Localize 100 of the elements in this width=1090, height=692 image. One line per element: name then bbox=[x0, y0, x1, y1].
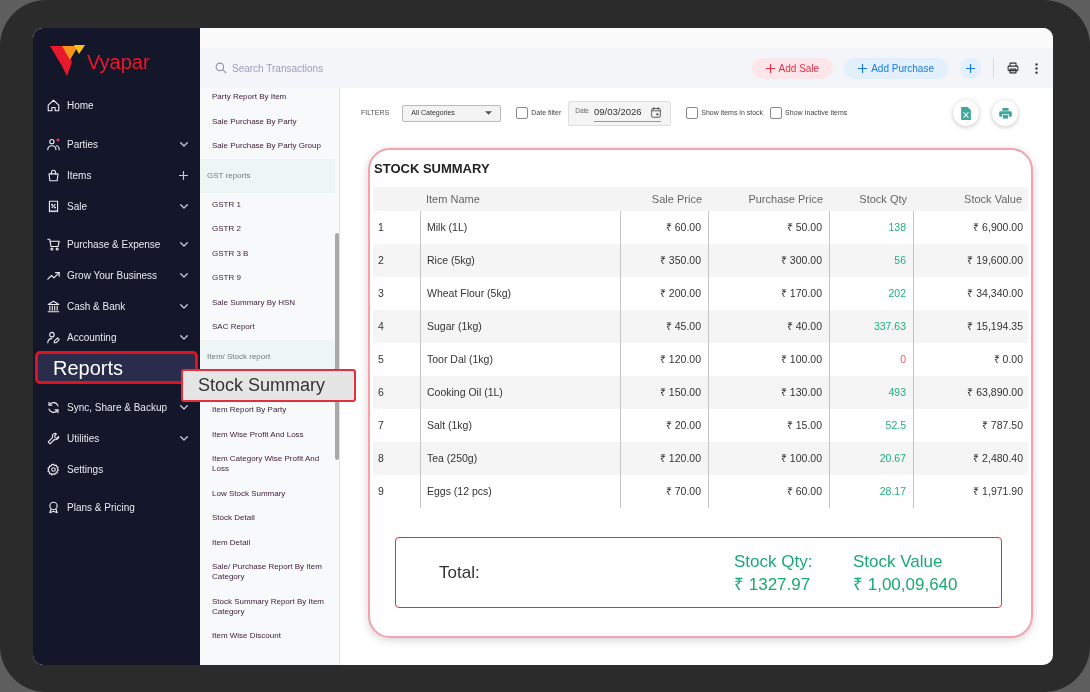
report-menu-item[interactable]: SAC Report bbox=[200, 315, 335, 340]
table-cell: Rice (5kg) bbox=[420, 244, 620, 277]
plus-icon[interactable] bbox=[179, 170, 188, 180]
report-menu-item[interactable]: Sale/ Purchase Report By Item Category bbox=[200, 555, 335, 590]
column-header: Stock Qty bbox=[858, 191, 908, 207]
plus-icon bbox=[765, 63, 775, 73]
cart-icon bbox=[47, 238, 60, 251]
table-cell: ₹ 40.00 bbox=[708, 310, 829, 343]
column-header: Purchase Price bbox=[747, 191, 824, 207]
chevron-down-icon[interactable] bbox=[180, 404, 188, 410]
checkbox[interactable] bbox=[516, 107, 529, 119]
sidebar-item[interactable]: Parties bbox=[33, 128, 200, 160]
table-cell: ₹ 120.00 bbox=[620, 442, 708, 475]
report-menu-item[interactable]: Stock Detail bbox=[200, 506, 335, 531]
sidebar-item[interactable]: Settings bbox=[33, 453, 200, 485]
summary-label: Stock Value bbox=[853, 550, 943, 573]
report-menu-item[interactable]: GSTR 2 bbox=[200, 217, 335, 242]
report-menu-item[interactable]: Low Stock Summary bbox=[200, 481, 335, 506]
sidebar-item[interactable]: Grow Your Business bbox=[33, 260, 200, 291]
chevron-down-icon[interactable] bbox=[180, 335, 188, 340]
table-cell: Tea (250g) bbox=[420, 442, 620, 475]
table-cell: 20.67 bbox=[829, 442, 913, 475]
home-icon bbox=[47, 99, 60, 112]
report-menu-item[interactable]: Sale Purchase By Party bbox=[200, 109, 335, 134]
sidebar-item[interactable]: Plans & Pricing bbox=[33, 492, 200, 523]
sidebar-item[interactable]: Items bbox=[33, 159, 200, 191]
chevron-down-icon[interactable] bbox=[180, 141, 188, 147]
report-menu-item[interactable]: Item Wise Profit And Loss bbox=[200, 422, 335, 447]
sidebar-item[interactable]: Home bbox=[33, 90, 200, 121]
export-button[interactable] bbox=[953, 100, 979, 126]
sidebar-item[interactable]: Purchase & Expense bbox=[33, 229, 200, 260]
checkbox[interactable] bbox=[770, 107, 783, 119]
receipt-icon bbox=[47, 199, 60, 213]
report-menu-item[interactable]: Stock Summary Report By Item Category bbox=[200, 589, 335, 624]
report-menu-item[interactable]: GSTR 1 bbox=[200, 192, 335, 217]
print-icon[interactable] bbox=[1007, 62, 1019, 74]
chevron-down-icon[interactable] bbox=[180, 273, 188, 278]
chevron-down-icon[interactable] bbox=[180, 203, 188, 209]
bank-icon bbox=[47, 300, 60, 313]
chevron-down-icon[interactable] bbox=[180, 435, 188, 441]
summary-label: Stock Qty: bbox=[734, 550, 813, 573]
add-sale-button[interactable]: Add Sale bbox=[751, 57, 834, 79]
plus-icon bbox=[858, 63, 868, 73]
print-button[interactable] bbox=[992, 100, 1018, 126]
table-cell: 56 bbox=[829, 244, 913, 277]
chevron-down-icon[interactable] bbox=[180, 304, 188, 309]
search-icon bbox=[215, 62, 227, 74]
sync-icon bbox=[47, 400, 60, 414]
table-cell: ₹ 130.00 bbox=[708, 376, 829, 409]
report-menu-item[interactable]: GSTR 3 B bbox=[200, 241, 335, 266]
sidebar-item[interactable]: Sale bbox=[33, 190, 200, 222]
report-menu-item[interactable]: Sale Summary By HSN bbox=[200, 290, 335, 315]
chevron-down-icon[interactable] bbox=[180, 242, 188, 247]
table-cell: ₹ 350.00 bbox=[620, 244, 708, 277]
table-cell: Sugar (1kg) bbox=[420, 310, 620, 343]
card-title: STOCK SUMMARY bbox=[373, 161, 490, 177]
date-input[interactable]: 09/03/2026 bbox=[593, 104, 662, 122]
bag-icon bbox=[47, 168, 60, 182]
wrench-icon bbox=[47, 431, 60, 445]
report-menu-item[interactable]: Stock Summary bbox=[181, 368, 356, 402]
table-cell: 8 bbox=[373, 442, 420, 475]
table-cell: ₹ 15,194.35 bbox=[913, 310, 1028, 343]
table-cell: ₹ 150.00 bbox=[620, 376, 708, 409]
table-cell: Cooking Oil (1L) bbox=[420, 376, 620, 409]
brand-name: Vyapar bbox=[87, 51, 150, 73]
summary-value: ₹ 1327.97 bbox=[734, 573, 811, 596]
report-menu-item[interactable]: Item Wise Discount bbox=[200, 624, 335, 649]
table-cell: 493 bbox=[829, 376, 913, 409]
table-cell: 4 bbox=[373, 310, 420, 343]
table-cell: ₹ 100.00 bbox=[708, 442, 829, 475]
table-cell: ₹ 2,480.40 bbox=[913, 442, 1028, 475]
report-menu-item[interactable]: Sale Purchase By Party Group bbox=[200, 134, 335, 159]
settings-icon bbox=[47, 462, 60, 476]
report-menu-item[interactable]: Item Category Wise Profit And Loss bbox=[200, 447, 335, 482]
report-menu-item[interactable]: GSTR 9 bbox=[200, 266, 335, 291]
sidebar-item[interactable]: Cash & Bank bbox=[33, 291, 200, 322]
table-cell: ₹ 300.00 bbox=[708, 244, 829, 277]
checkbox[interactable] bbox=[686, 107, 699, 119]
section-heading: GST reports bbox=[200, 158, 335, 193]
award-icon bbox=[47, 501, 60, 514]
add-button[interactable] bbox=[960, 57, 981, 79]
scrollbar[interactable] bbox=[335, 233, 339, 460]
plus-icon bbox=[966, 63, 975, 73]
table-cell: 337.63 bbox=[829, 310, 913, 343]
calendar-icon[interactable] bbox=[651, 107, 662, 118]
column-header: Item Name bbox=[425, 191, 481, 207]
printer-icon bbox=[998, 107, 1012, 119]
sidebar-item[interactable]: Accounting bbox=[33, 322, 200, 353]
column-header: Sale Price bbox=[650, 191, 703, 207]
report-menu-item[interactable]: Item Detail bbox=[200, 530, 335, 555]
add-purchase-button[interactable]: Add Purchase bbox=[844, 57, 948, 79]
people-icon bbox=[47, 137, 60, 151]
sidebar-item[interactable]: Utilities bbox=[33, 422, 200, 454]
report-menu-item[interactable]: Party Report By Item bbox=[200, 85, 335, 110]
search-field[interactable]: Search Transactions bbox=[232, 60, 332, 76]
logo-icon bbox=[50, 45, 85, 76]
caret-icon bbox=[485, 111, 493, 115]
table-cell: 6 bbox=[373, 376, 420, 409]
kebab-menu-icon[interactable] bbox=[1035, 62, 1038, 74]
column-header: Stock Value bbox=[963, 191, 1023, 207]
